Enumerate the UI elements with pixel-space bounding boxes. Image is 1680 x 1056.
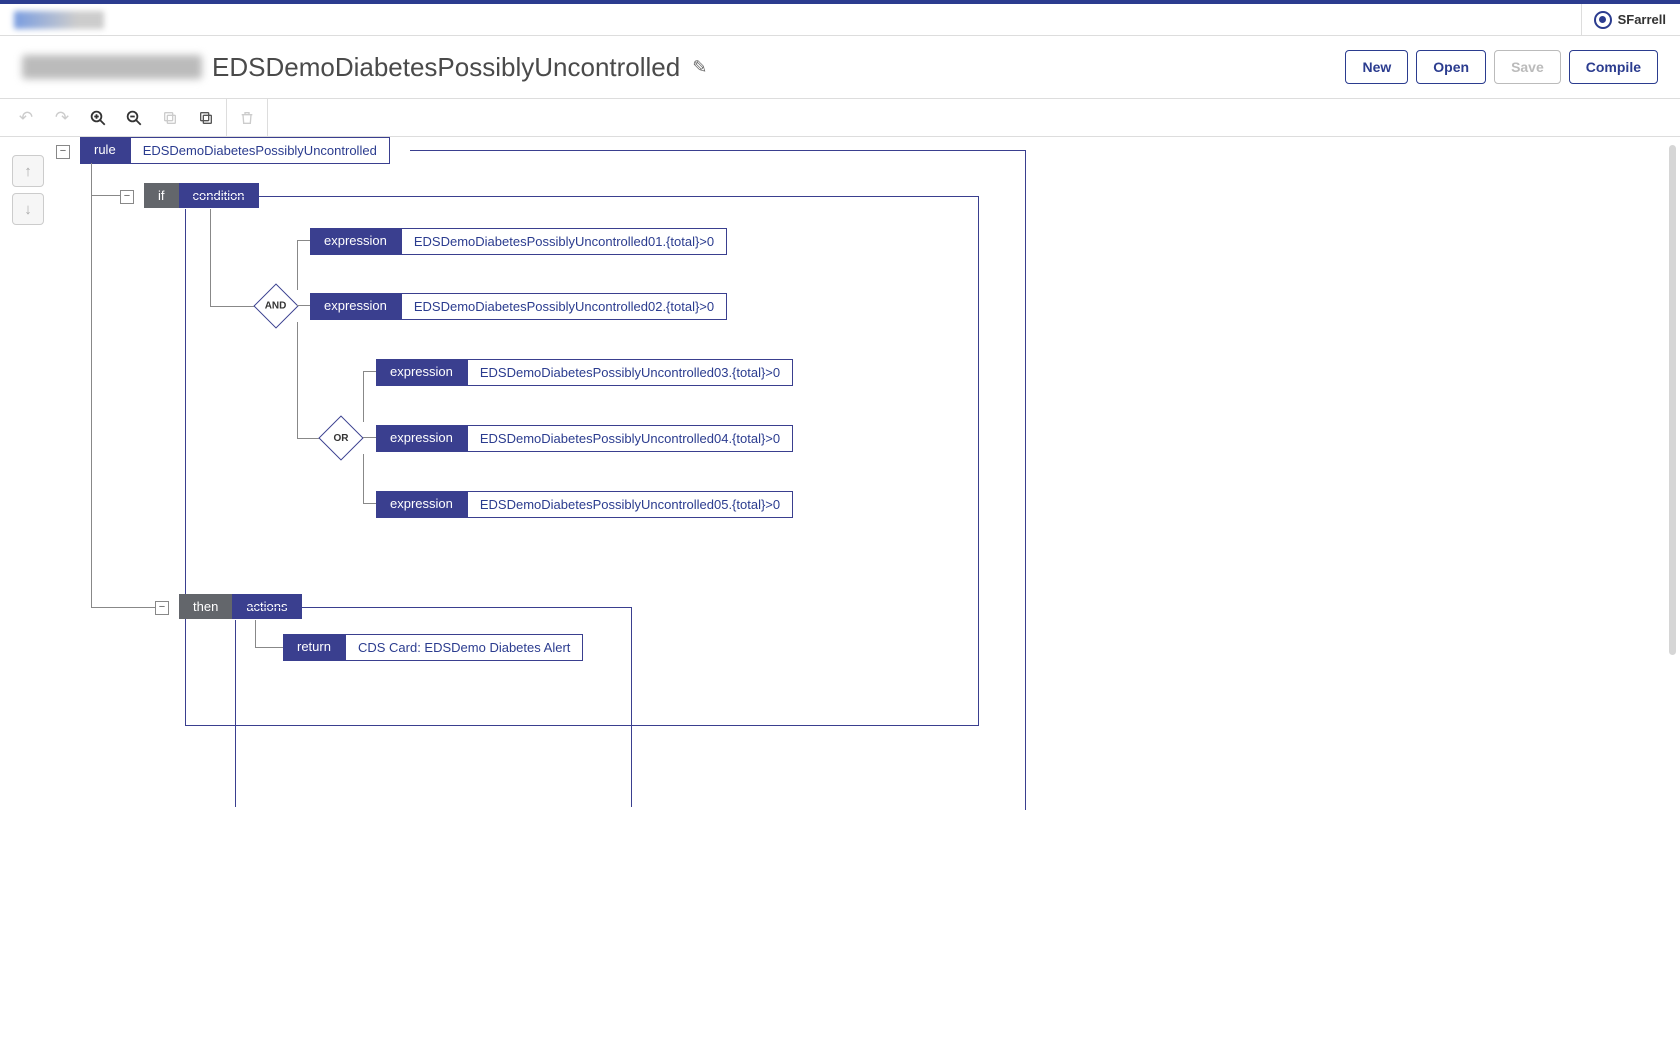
actions-frame-left: [235, 620, 236, 807]
compile-button[interactable]: Compile: [1569, 50, 1658, 84]
expression-value: EDSDemoDiabetesPossiblyUncontrolled03.{t…: [467, 359, 793, 386]
expression-keyword: expression: [376, 359, 467, 386]
connector: [91, 163, 92, 195]
connector: [91, 607, 155, 608]
toolbar-separator-2: [267, 99, 268, 136]
expression-keyword: expression: [376, 491, 467, 518]
connector: [297, 305, 311, 306]
connector: [210, 306, 260, 307]
undo-icon: ↶: [8, 99, 44, 137]
if-keyword: if: [144, 183, 179, 208]
page-title: EDSDemoDiabetesPossiblyUncontrolled: [212, 52, 680, 83]
collapse-icon[interactable]: −: [56, 145, 70, 159]
open-button[interactable]: Open: [1416, 50, 1486, 84]
editor-toolbar: ↶ ↷: [0, 99, 1680, 137]
connector: [363, 371, 377, 372]
return-value: CDS Card: EDSDemo Diabetes Alert: [345, 634, 583, 661]
connector: [363, 371, 364, 422]
expression-keyword: expression: [310, 293, 401, 320]
connector: [363, 437, 377, 438]
delete-icon: [229, 99, 265, 137]
cond-frame-left: [185, 209, 186, 726]
save-button: Save: [1494, 50, 1561, 84]
expression-value: EDSDemoDiabetesPossiblyUncontrolled04.{t…: [467, 425, 793, 452]
username-label: SFarrell: [1618, 12, 1666, 27]
or-operator[interactable]: OR: [325, 422, 357, 454]
avatar-icon: [1594, 11, 1612, 29]
rule-frame-top: [410, 150, 1025, 151]
expression-keyword: expression: [376, 425, 467, 452]
expression-value: EDSDemoDiabetesPossiblyUncontrolled01.{t…: [401, 228, 727, 255]
return-node[interactable]: return CDS Card: EDSDemo Diabetes Alert: [283, 634, 583, 661]
connector: [363, 503, 377, 504]
move-down-button[interactable]: ↓: [12, 193, 44, 225]
rule-node[interactable]: − rule EDSDemoDiabetesPossiblyUncontroll…: [56, 137, 390, 164]
redo-icon: ↷: [44, 99, 80, 137]
workspace: ↑ ↓ − rule EDSDemoDiabetesPossiblyUncont…: [0, 137, 1680, 1056]
title-bar: EDSDemoDiabetesPossiblyUncontrolled ✎ Ne…: [0, 36, 1680, 99]
zoom-out-icon[interactable]: [116, 99, 152, 137]
copy-icon: [152, 99, 188, 137]
brand-logo: [14, 11, 104, 29]
diagram-canvas[interactable]: − rule EDSDemoDiabetesPossiblyUncontroll…: [50, 137, 1680, 1056]
rule-frame-right: [1025, 150, 1026, 810]
collapse-icon[interactable]: −: [155, 601, 169, 615]
paste-icon[interactable]: [188, 99, 224, 137]
scrollbar-thumb[interactable]: [1669, 145, 1676, 655]
new-button[interactable]: New: [1345, 50, 1408, 84]
connector: [297, 240, 298, 290]
zoom-in-icon[interactable]: [80, 99, 116, 137]
then-keyword: then: [179, 594, 232, 619]
rule-keyword: rule: [80, 137, 130, 164]
connector: [91, 195, 121, 196]
breadcrumb-blur: [22, 55, 202, 79]
expression-node-2[interactable]: expression EDSDemoDiabetesPossiblyUncont…: [310, 293, 727, 320]
connector: [210, 209, 211, 306]
move-up-button[interactable]: ↑: [12, 155, 44, 187]
expression-node-4[interactable]: expression EDSDemoDiabetesPossiblyUncont…: [376, 425, 793, 452]
connector: [297, 240, 311, 241]
expression-node-5[interactable]: expression EDSDemoDiabetesPossiblyUncont…: [376, 491, 793, 518]
expression-value: EDSDemoDiabetesPossiblyUncontrolled05.{t…: [467, 491, 793, 518]
user-menu[interactable]: SFarrell: [1581, 4, 1666, 35]
expression-node-1[interactable]: expression EDSDemoDiabetesPossiblyUncont…: [310, 228, 727, 255]
connector: [91, 195, 92, 607]
side-nav: ↑ ↓: [0, 137, 50, 1056]
expression-value: EDSDemoDiabetesPossiblyUncontrolled02.{t…: [401, 293, 727, 320]
return-keyword: return: [283, 634, 345, 661]
edit-title-icon[interactable]: ✎: [692, 57, 707, 78]
expression-node-3[interactable]: expression EDSDemoDiabetesPossiblyUncont…: [376, 359, 793, 386]
app-header: SFarrell: [0, 4, 1680, 36]
expression-keyword: expression: [310, 228, 401, 255]
connector: [255, 620, 256, 647]
connector: [297, 322, 298, 438]
rule-name: EDSDemoDiabetesPossiblyUncontrolled: [130, 137, 390, 164]
connector: [255, 647, 283, 648]
connector: [363, 454, 364, 503]
collapse-icon[interactable]: −: [120, 190, 134, 204]
toolbar-separator: [226, 99, 227, 136]
and-operator[interactable]: AND: [260, 290, 292, 322]
